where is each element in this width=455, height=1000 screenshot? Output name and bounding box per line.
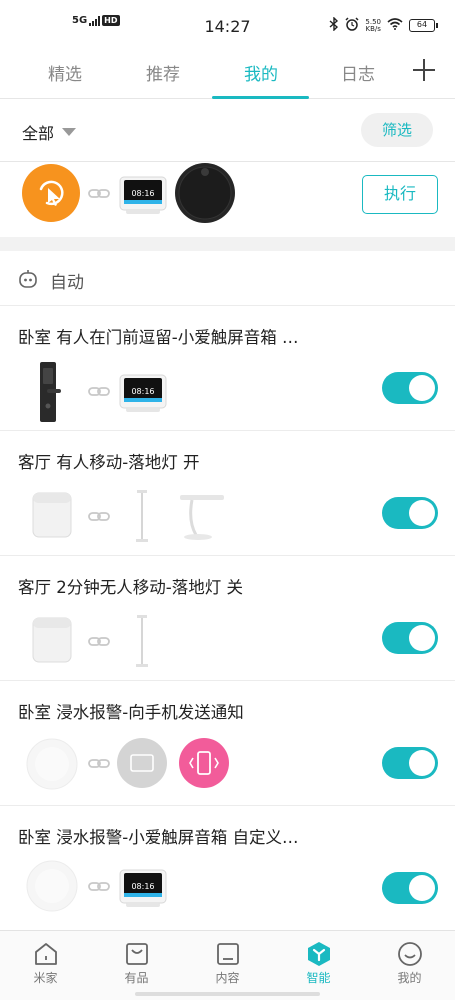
automation-toggle[interactable] [382, 622, 438, 654]
speaker-screen-time: 08:16 [131, 387, 154, 396]
scope-dropdown[interactable]: 全部 [22, 120, 77, 144]
desk-lamp-device [180, 495, 224, 540]
manual-trigger-icon [22, 164, 80, 222]
speed-unit: KB/s [365, 24, 381, 33]
smart-icon [307, 942, 330, 966]
auto-section-label: 自动 [50, 273, 84, 293]
filter-button[interactable]: 筛选 [361, 113, 433, 147]
link-icon [88, 387, 110, 396]
wifi-icon [387, 18, 403, 33]
tab-mine[interactable]: 我的 [216, 60, 306, 85]
automation-title: 卧室 浸水报警-向手机发送通知 [18, 703, 244, 722]
tab-recommended[interactable]: 推荐 [118, 60, 208, 85]
water-leak-sensor-device [26, 860, 78, 912]
robot-icon [19, 270, 37, 288]
profile-icon [397, 942, 422, 966]
automation-title: 客厅 有人移动-落地灯 开 [18, 453, 200, 472]
network-speed: 5.50 KB/s [365, 18, 381, 33]
nav-item-content[interactable]: 内容 [182, 941, 273, 986]
nav-item-profile[interactable]: 我的 [364, 941, 455, 986]
add-icon[interactable] [413, 59, 435, 81]
status-bar: 5G HD 14:27 5.50 KB/s 64 [0, 0, 455, 52]
automation-card[interactable]: 卧室 浸水报警-向手机发送通知 [0, 681, 455, 806]
home-indicator[interactable] [135, 992, 320, 996]
robot-vacuum-device [175, 163, 235, 223]
automation-title: 卧室 有人在门前逗留-小爱触屏音箱 … [18, 328, 299, 347]
bluetooth-icon [329, 16, 339, 34]
nav-item-youpin[interactable]: 有品 [91, 941, 182, 986]
filter-row: 全部 筛选 [0, 100, 455, 162]
battery-indicator: 64 [409, 19, 438, 32]
floor-lamp-device [136, 490, 148, 542]
nav-label: 有品 [124, 971, 149, 985]
tab-log[interactable]: 日志 [313, 60, 403, 85]
nav-item-home[interactable]: 米家 [0, 941, 91, 986]
scope-label: 全部 [22, 124, 55, 143]
nav-label: 智能 [306, 971, 331, 985]
shopping-bag-icon [125, 943, 148, 965]
automation-title: 卧室 浸水报警-小爱触屏音箱 自定义… [18, 828, 299, 847]
automation-title: 客厅 2分钟无人移动-落地灯 关 [18, 578, 243, 597]
water-leak-sensor-device [26, 738, 78, 790]
top-tabs: 精选 推荐 我的 日志 [0, 52, 455, 99]
automation-toggle[interactable] [382, 872, 438, 904]
alarm-icon [345, 17, 359, 34]
link-icon [88, 189, 110, 198]
section-divider [0, 237, 455, 251]
automation-card[interactable]: 卧室 有人在门前逗留-小爱触屏音箱 … 08:16 [0, 306, 455, 431]
automation-card[interactable]: 客厅 2分钟无人移动-落地灯 关 [0, 556, 455, 681]
touchscreen-speaker-device: 08:16 [119, 869, 167, 907]
automation-toggle[interactable] [382, 747, 438, 779]
automation-card[interactable]: 客厅 有人移动-落地灯 开 [0, 431, 455, 556]
link-icon [88, 637, 110, 646]
nav-label: 我的 [397, 971, 422, 985]
touchscreen-speaker-device: 08:16 [119, 176, 167, 214]
bottom-nav: 米家 有品 内容 智能 我的 [0, 930, 455, 1000]
touchscreen-speaker-device: 08:16 [119, 374, 167, 412]
phone-notification-icon [179, 738, 229, 788]
active-tab-indicator [212, 96, 309, 99]
automation-card[interactable]: 卧室 浸水报警-小爱触屏音箱 自定义… 08:16 [0, 806, 455, 931]
execute-button[interactable]: 执行 [362, 175, 438, 214]
content-icon [216, 943, 239, 965]
auto-section-header: 自动 [0, 251, 455, 306]
gateway-device [117, 738, 167, 788]
home-icon [34, 943, 57, 965]
tab-featured[interactable]: 精选 [20, 60, 110, 85]
link-icon [88, 759, 110, 768]
manual-scene-card[interactable]: 08:16 执行 [0, 162, 455, 237]
speaker-screen-time: 08:16 [131, 189, 154, 198]
nav-item-smart[interactable]: 智能 [273, 941, 364, 986]
motion-sensor-device [32, 492, 72, 538]
nav-label: 米家 [33, 971, 58, 985]
speaker-screen-time: 08:16 [131, 882, 154, 891]
floor-lamp-device [136, 615, 148, 667]
status-icons: 5.50 KB/s 64 [329, 16, 438, 34]
dropdown-arrow-icon [62, 128, 77, 136]
nav-label: 内容 [215, 971, 240, 985]
link-icon [88, 512, 110, 521]
automation-toggle[interactable] [382, 372, 438, 404]
motion-sensor-device [32, 617, 72, 663]
smart-door-lock-device [40, 362, 61, 422]
link-icon [88, 882, 110, 891]
automation-toggle[interactable] [382, 497, 438, 529]
